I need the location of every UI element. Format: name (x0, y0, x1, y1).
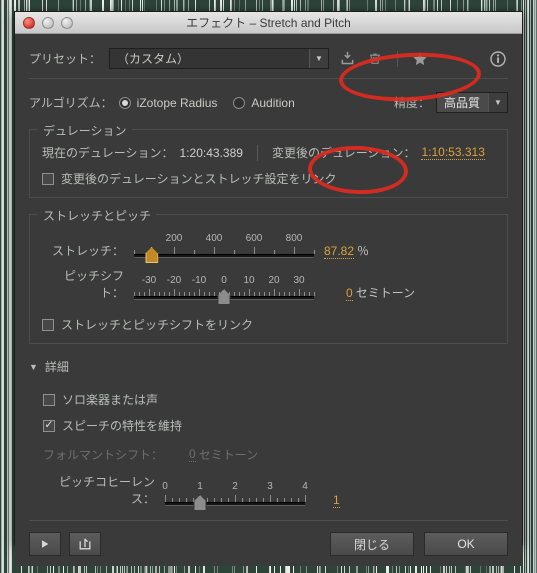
duration-link-row[interactable]: 変更後のデュレーションとストレッチ設定をリンク (42, 170, 495, 187)
algorithm-row: アルゴリズム： iZotope Radius Audition 精度： 高品質 … (29, 92, 508, 113)
info-icon[interactable] (488, 49, 508, 69)
pitch-slider-thumb[interactable] (217, 289, 231, 305)
details-body: ソロ楽器または声 ✓ スピーチの特性を維持 フォルマントシフト： 0 セミトーン … (29, 391, 508, 511)
stretch-value[interactable]: 87.82 (324, 244, 355, 259)
duration-group: デュレーション 現在のデュレーション： 1:20:43.389 変更後のデュレー… (29, 122, 508, 198)
duration-group-title: デュレーション (38, 122, 132, 139)
details-header[interactable]: ▼ 詳細 (29, 358, 508, 375)
delete-preset-icon[interactable] (365, 49, 385, 69)
dialog-footer: 閉じる OK (15, 511, 522, 566)
preset-value: （カスタム） (117, 52, 190, 66)
precision-dropdown[interactable]: 高品質 ▼ (436, 92, 508, 113)
effect-dialog-window: エフェクト – Stretch and Pitch プリセット： （カスタム） … (14, 11, 523, 566)
solo-instrument-checkbox[interactable] (43, 393, 55, 406)
solo-instrument-row[interactable]: ソロ楽器または声 (43, 391, 508, 408)
duration-values-row: 現在のデュレーション： 1:20:43.389 変更後のデュレーション： 1:1… (42, 144, 495, 161)
pitch-shift-slider[interactable]: -30 -20 -10 0 10 20 30 (134, 275, 315, 305)
preset-dropdown[interactable]: （カスタム） ▼ (109, 48, 330, 69)
pitch-shift-unit: セミトーン (355, 286, 416, 300)
stretch-unit: ％ (357, 244, 370, 258)
stretch-pitch-link-row[interactable]: ストレッチとピッチシフトをリンク (42, 316, 495, 333)
algorithm-label: アルゴリズム： (29, 96, 113, 110)
zoom-button[interactable] (61, 16, 73, 29)
duration-link-label: 変更後のデュレーションとストレッチ設定をリンク (61, 172, 337, 186)
window-title: エフェクト – Stretch and Pitch (186, 16, 351, 30)
precision-label: 精度： (393, 96, 430, 110)
current-duration-label: 現在のデュレーション： (42, 146, 174, 160)
new-duration-value[interactable]: 1:10:53.313 (421, 145, 485, 160)
chevron-down-icon: ▼ (488, 93, 507, 112)
coherence-slider-thumb[interactable] (193, 495, 207, 511)
pitch-coherence-row: ピッチコヒーレンス： 01234 1 (43, 473, 508, 511)
radio-audition[interactable] (233, 96, 246, 109)
pitch-shift-label: ピッチシフト： (63, 269, 124, 300)
preset-label: プリセット： (29, 52, 102, 66)
favorite-star-icon[interactable] (410, 49, 430, 69)
toolbar-divider (397, 50, 399, 67)
pitch-shift-row: ピッチシフト： -30 -20 -10 0 10 20 30 0 セミトーン (42, 267, 495, 305)
current-duration-value: 1:20:43.389 (179, 145, 243, 160)
dialog-content: プリセット： （カスタム） ▼ アルゴリズム： iZotope Radius A… (15, 34, 522, 511)
solo-instrument-label: ソロ楽器または声 (62, 393, 159, 407)
stretch-slider-ticks (134, 247, 315, 254)
footer-buttons-row: 閉じる OK (29, 532, 508, 556)
chevron-down-icon: ▼ (309, 49, 329, 68)
window-titlebar: エフェクト – Stretch and Pitch (15, 12, 522, 34)
pitch-coherence-label: ピッチコヒーレンス： (58, 475, 155, 506)
stretch-slider-labels: 200 400 600 800 (165, 233, 303, 244)
new-duration-label: 変更後のデュレーション： (271, 146, 416, 160)
coherence-slider-labels: 01234 (162, 481, 308, 492)
coherence-slider-track[interactable] (165, 502, 305, 506)
pitch-slider-labels: -30 -20 -10 0 10 20 30 (141, 275, 305, 286)
window-controls (23, 16, 73, 29)
close-button[interactable] (23, 16, 35, 29)
radio-izotope-radius-label: iZotope Radius (136, 95, 218, 110)
details-title: 詳細 (44, 360, 69, 374)
save-preset-icon[interactable] (337, 49, 357, 69)
formant-shift-row: フォルマントシフト： 0 セミトーン (43, 446, 508, 463)
stretch-slider-track[interactable] (134, 254, 314, 258)
pitch-shift-value[interactable]: 0 (346, 286, 353, 301)
stretch-pitch-group: ストレッチとピッチ ストレッチ： 200 400 600 800 87.82 ％ ピッチ… (29, 207, 508, 344)
waveform-background-right (523, 0, 537, 573)
preserve-speech-checkbox[interactable]: ✓ (43, 419, 55, 432)
footer-divider (29, 520, 508, 521)
power-toggle-button[interactable] (69, 532, 101, 556)
radio-izotope-radius[interactable] (118, 96, 131, 109)
pitch-coherence-slider[interactable]: 01234 (162, 481, 308, 511)
radio-audition-label: Audition (251, 95, 295, 110)
formant-shift-unit: セミトーン (198, 448, 259, 462)
pitch-value-group: 0 セミトーン (324, 284, 415, 305)
duration-link-checkbox[interactable] (42, 172, 54, 185)
precision-value: 高品質 (444, 96, 481, 110)
stretch-pitch-link-checkbox[interactable] (42, 318, 54, 331)
preserve-speech-row[interactable]: ✓ スピーチの特性を維持 (43, 417, 508, 434)
minimize-button[interactable] (42, 16, 54, 29)
formant-shift-value: 0 (189, 447, 196, 462)
pitch-coherence-value[interactable]: 1 (333, 493, 340, 508)
preset-divider (29, 78, 508, 79)
stretch-slider[interactable]: 200 400 600 800 (134, 233, 315, 263)
duration-divider (256, 144, 258, 161)
stretch-slider-thumb[interactable] (145, 247, 159, 263)
coherence-value-group: 1 (315, 493, 340, 511)
close-dialog-button[interactable]: 閉じる (330, 532, 414, 556)
formant-shift-label: フォルマントシフト： (43, 448, 164, 462)
preserve-speech-label: スピーチの特性を維持 (62, 419, 183, 433)
ok-button[interactable]: OK (424, 532, 508, 556)
stretch-value-group: 87.82 ％ (324, 242, 369, 263)
stretch-pitch-group-title: ストレッチとピッチ (38, 207, 157, 224)
stretch-label: ストレッチ： (51, 244, 124, 258)
triangle-down-icon[interactable]: ▼ (29, 362, 38, 372)
stretch-row: ストレッチ： 200 400 600 800 87.82 ％ (42, 233, 495, 263)
stretch-pitch-link-label: ストレッチとピッチシフトをリンク (61, 318, 254, 332)
coherence-slider-ticks (165, 495, 306, 502)
preset-row: プリセット： （カスタム） ▼ (29, 48, 508, 69)
preview-play-button[interactable] (29, 532, 61, 556)
waveform-background-left (0, 0, 14, 573)
